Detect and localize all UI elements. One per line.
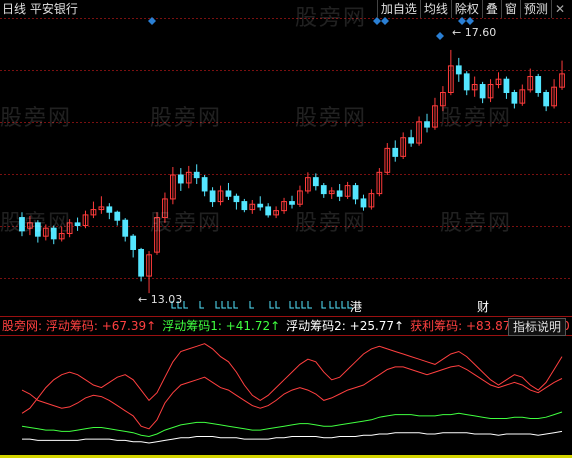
candle-body xyxy=(74,222,81,227)
candle-body xyxy=(320,185,327,195)
candle-body xyxy=(130,235,137,250)
candle-body xyxy=(201,177,208,192)
candle-body xyxy=(225,190,232,197)
indicator-line xyxy=(21,411,563,438)
candle-body xyxy=(114,211,121,221)
event-marker xyxy=(289,301,294,309)
diamond-marker xyxy=(381,17,389,25)
indicator-floating-chips-1: 浮动筹码1: +41.72↑ xyxy=(162,319,281,333)
stock-name: 平安银行 xyxy=(29,2,78,16)
event-marker xyxy=(341,301,346,309)
chart-toolbar: 加自选 均线 除权 叠 窗 预测 ✕ xyxy=(376,0,568,18)
candle-body xyxy=(257,203,264,208)
event-marker xyxy=(295,301,300,309)
candle-body xyxy=(352,185,359,200)
add-watchlist-button[interactable]: 加自选 xyxy=(376,0,420,18)
candle-body xyxy=(408,137,415,144)
marker-cai: 财 xyxy=(477,300,490,314)
candle-body xyxy=(106,206,113,213)
event-markers xyxy=(171,301,352,309)
indicator-legend: 股旁网: 浮动筹码: +67.39↑ 浮动筹码1: +41.72↑ 浮动筹码2:… xyxy=(2,318,570,334)
moving-average-button[interactable]: 均线 xyxy=(419,0,451,18)
period-label: 日线 xyxy=(2,2,27,16)
candle-body xyxy=(360,198,367,208)
event-marker xyxy=(233,301,238,309)
diamond-marker xyxy=(436,32,444,40)
indicator-line xyxy=(22,430,563,444)
chart-title: 日线 平安银行 xyxy=(2,1,78,17)
event-marker xyxy=(199,301,204,309)
indicator-lines xyxy=(21,343,563,444)
candle-body xyxy=(511,92,518,104)
overlay-button[interactable]: 叠 xyxy=(481,0,501,18)
event-marker xyxy=(221,301,226,309)
candle-body xyxy=(455,65,462,75)
indicator-help-button[interactable]: 指标说明 xyxy=(507,318,566,336)
candle-body xyxy=(336,190,343,197)
low-price-label: ← 13.03 xyxy=(138,293,183,306)
event-marker xyxy=(335,301,340,309)
event-marker xyxy=(307,301,312,309)
candle-body xyxy=(122,219,129,237)
stock-chart[interactable] xyxy=(0,0,572,458)
candle-body xyxy=(289,201,295,205)
event-marker xyxy=(249,301,254,309)
indicator-floating-chips: 股旁网: 浮动筹码: +67.39↑ xyxy=(2,319,157,333)
candle-body xyxy=(50,227,57,240)
marker-gang: 港 xyxy=(350,300,363,314)
indicator-floating-chips-2: 浮动筹码2: +25.77↑ xyxy=(286,319,405,333)
event-marker xyxy=(301,301,306,309)
event-marker xyxy=(329,301,334,309)
candle-body xyxy=(34,222,41,237)
candle-body xyxy=(177,174,184,184)
close-icon[interactable]: ✕ xyxy=(550,0,568,18)
diamond-marker xyxy=(373,17,381,25)
candle-body xyxy=(479,84,486,99)
grid-lines xyxy=(0,17,572,336)
candle-body xyxy=(543,92,550,107)
candle-body xyxy=(535,76,542,93)
candle-body xyxy=(209,190,216,203)
ex-rights-button[interactable]: 除权 xyxy=(450,0,482,18)
candle-body xyxy=(241,201,248,211)
event-marker xyxy=(275,301,280,309)
event-marker xyxy=(183,301,188,309)
event-marker xyxy=(215,301,220,309)
candle-body xyxy=(193,171,200,179)
candlestick-series xyxy=(19,49,565,294)
candle-body xyxy=(265,206,272,216)
candle-body xyxy=(392,147,399,157)
event-marker xyxy=(227,301,232,309)
indicator-line xyxy=(21,365,563,430)
candle-body xyxy=(19,217,25,232)
high-price-label: ← 17.60 xyxy=(452,26,497,39)
window-button[interactable]: 窗 xyxy=(500,0,520,18)
event-marker xyxy=(269,301,274,309)
candle-body xyxy=(463,73,470,91)
candle-body xyxy=(503,78,510,93)
forecast-button[interactable]: 预测 xyxy=(519,0,551,18)
candle-body xyxy=(138,248,144,277)
candle-body xyxy=(312,177,319,187)
candle-body xyxy=(424,121,430,128)
event-marker xyxy=(321,301,326,309)
candle-body xyxy=(233,195,240,203)
